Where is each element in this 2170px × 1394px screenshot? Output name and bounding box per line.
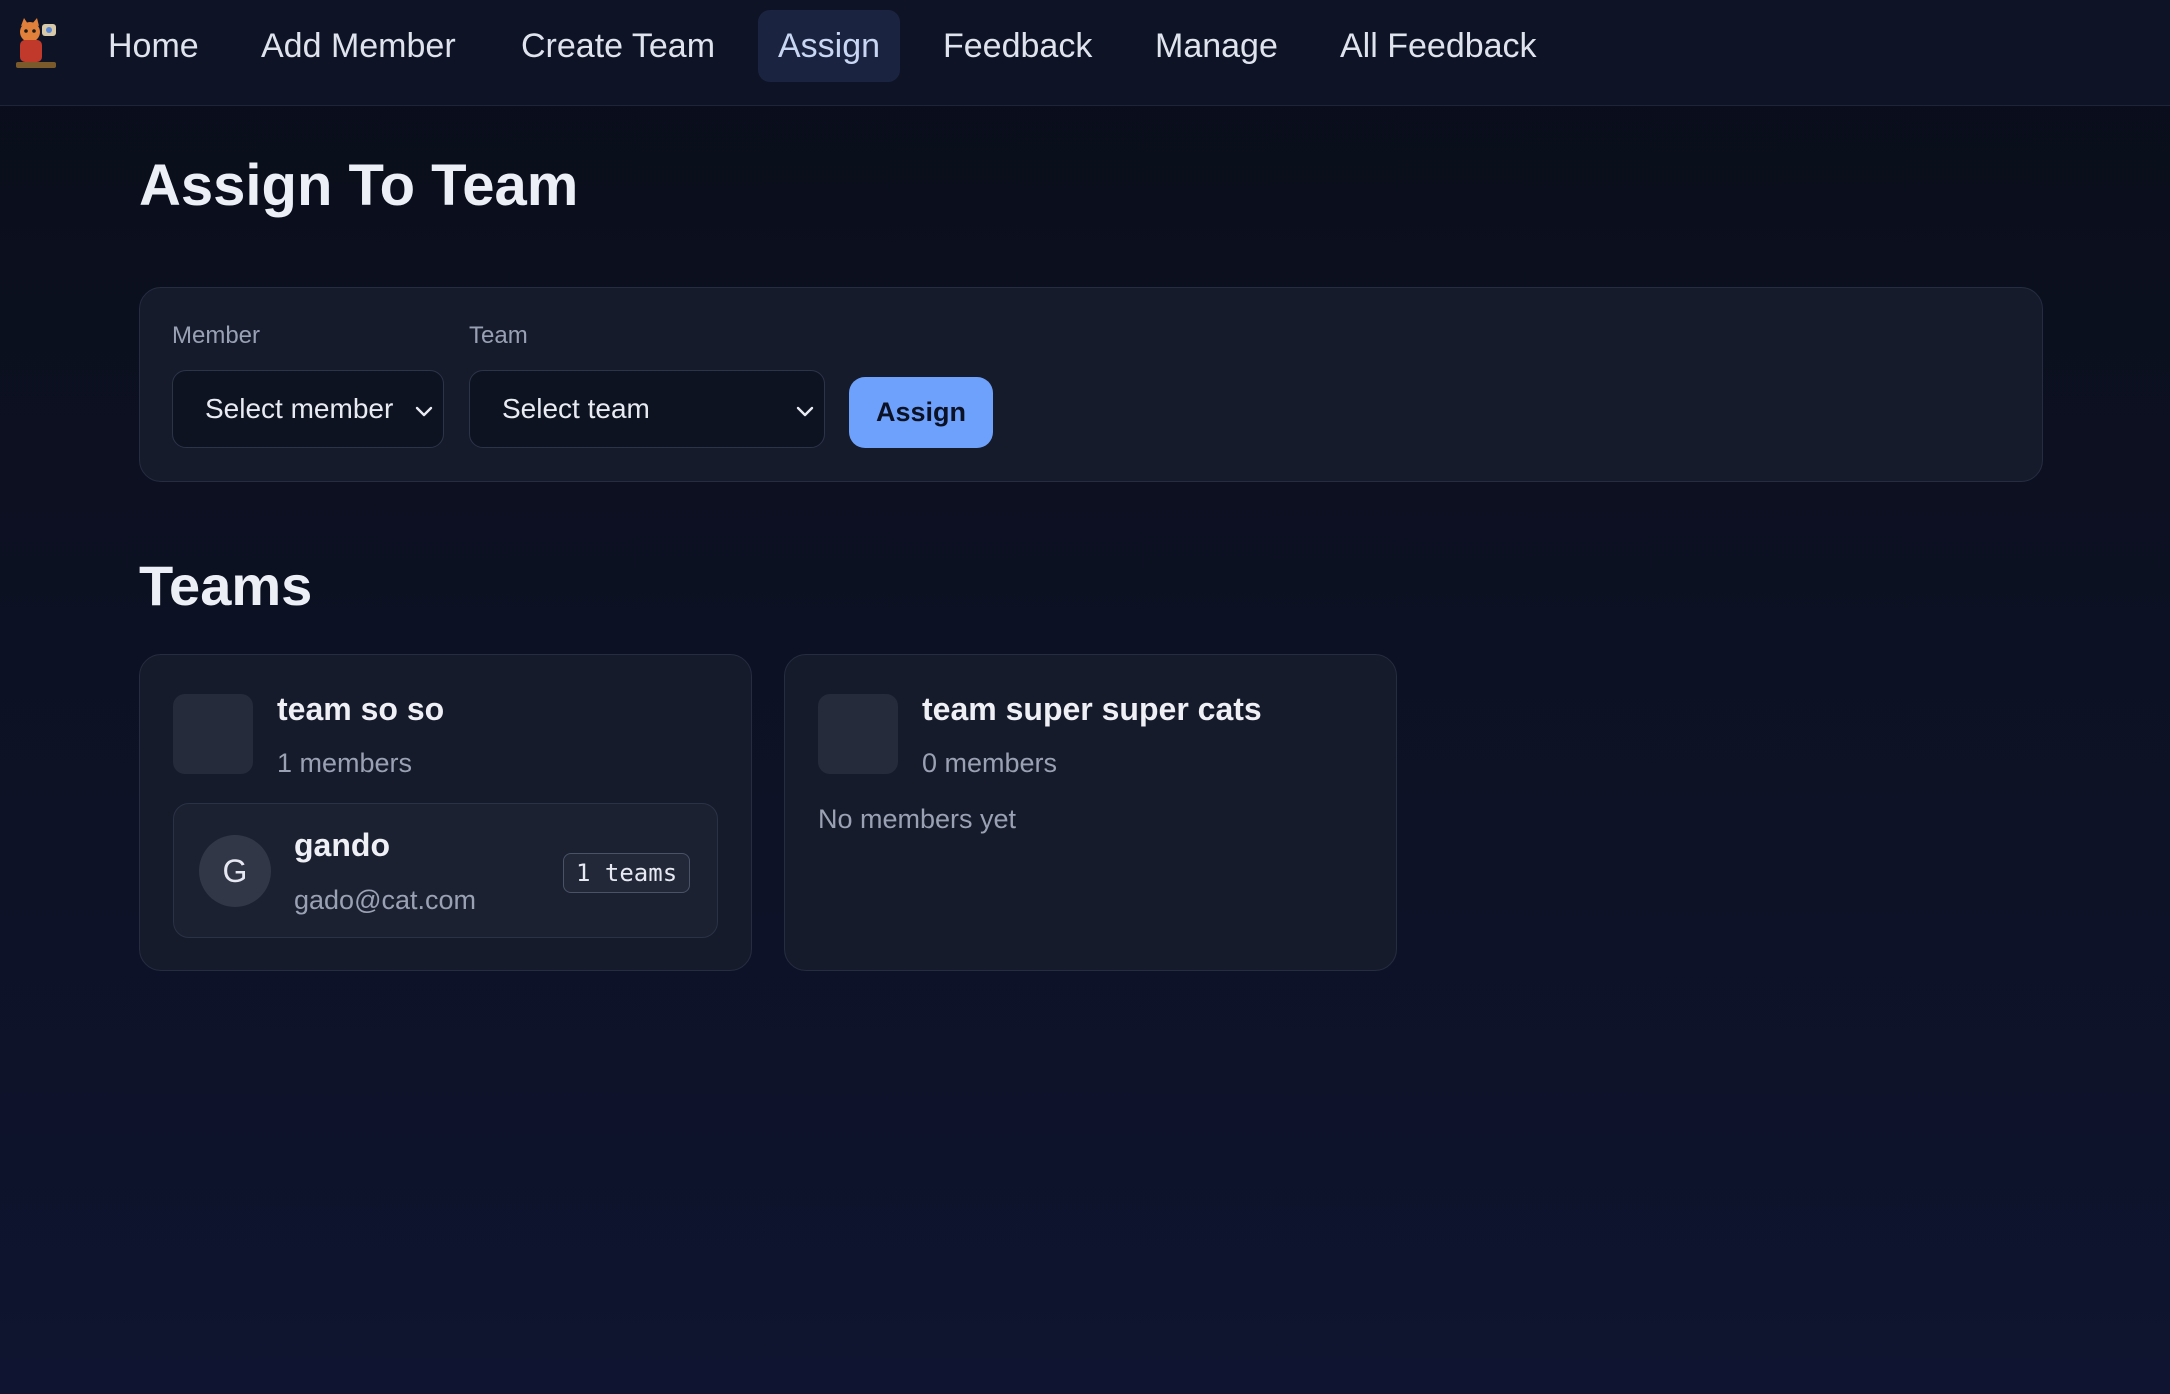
nav-all-feedback[interactable]: All Feedback — [1320, 10, 1557, 82]
member-row[interactable]: G gando gado@cat.com 1 teams — [173, 803, 718, 938]
nav-assign[interactable]: Assign — [758, 10, 901, 82]
assign-button[interactable]: Assign — [849, 377, 993, 448]
team-name: team so so — [277, 691, 445, 727]
team-count-badge: 1 teams — [563, 853, 691, 893]
chevron-down-icon — [794, 397, 816, 419]
member-select-value: Select member — [205, 393, 394, 424]
page-title: Assign To Team — [139, 153, 579, 218]
team-label: Team — [469, 322, 528, 349]
team-member-count: 1 members — [277, 748, 413, 778]
avatar: G — [199, 835, 271, 907]
cat-mascot-icon[interactable] — [12, 18, 60, 72]
member-label: Member — [172, 322, 261, 349]
team-avatar — [173, 694, 253, 774]
team-avatar — [818, 694, 898, 774]
team-name: team super super cats — [922, 691, 1262, 727]
empty-members-text: No members yet — [818, 804, 1017, 834]
nav-manage[interactable]: Manage — [1135, 10, 1298, 82]
chevron-down-icon — [413, 397, 435, 419]
member-name: gando — [294, 827, 390, 863]
team-select-value: Select team — [502, 393, 650, 424]
team-member-count: 0 members — [922, 748, 1058, 778]
nav-feedback[interactable]: Feedback — [923, 10, 1112, 82]
team-select[interactable]: Select team — [469, 370, 825, 448]
teams-heading: Teams — [139, 554, 313, 617]
nav-create-team[interactable]: Create Team — [501, 10, 735, 82]
nav-add-member[interactable]: Add Member — [241, 10, 476, 82]
member-select[interactable]: Select member — [172, 370, 444, 448]
team-card: team so so 1 members G gando gado@cat.co… — [139, 654, 752, 971]
nav-home[interactable]: Home — [88, 10, 219, 82]
top-nav: Home Add Member Create Team Assign Feedb… — [0, 0, 2170, 106]
member-email: gado@cat.com — [294, 885, 476, 915]
team-card: team super super cats 0 members No membe… — [784, 654, 1397, 971]
